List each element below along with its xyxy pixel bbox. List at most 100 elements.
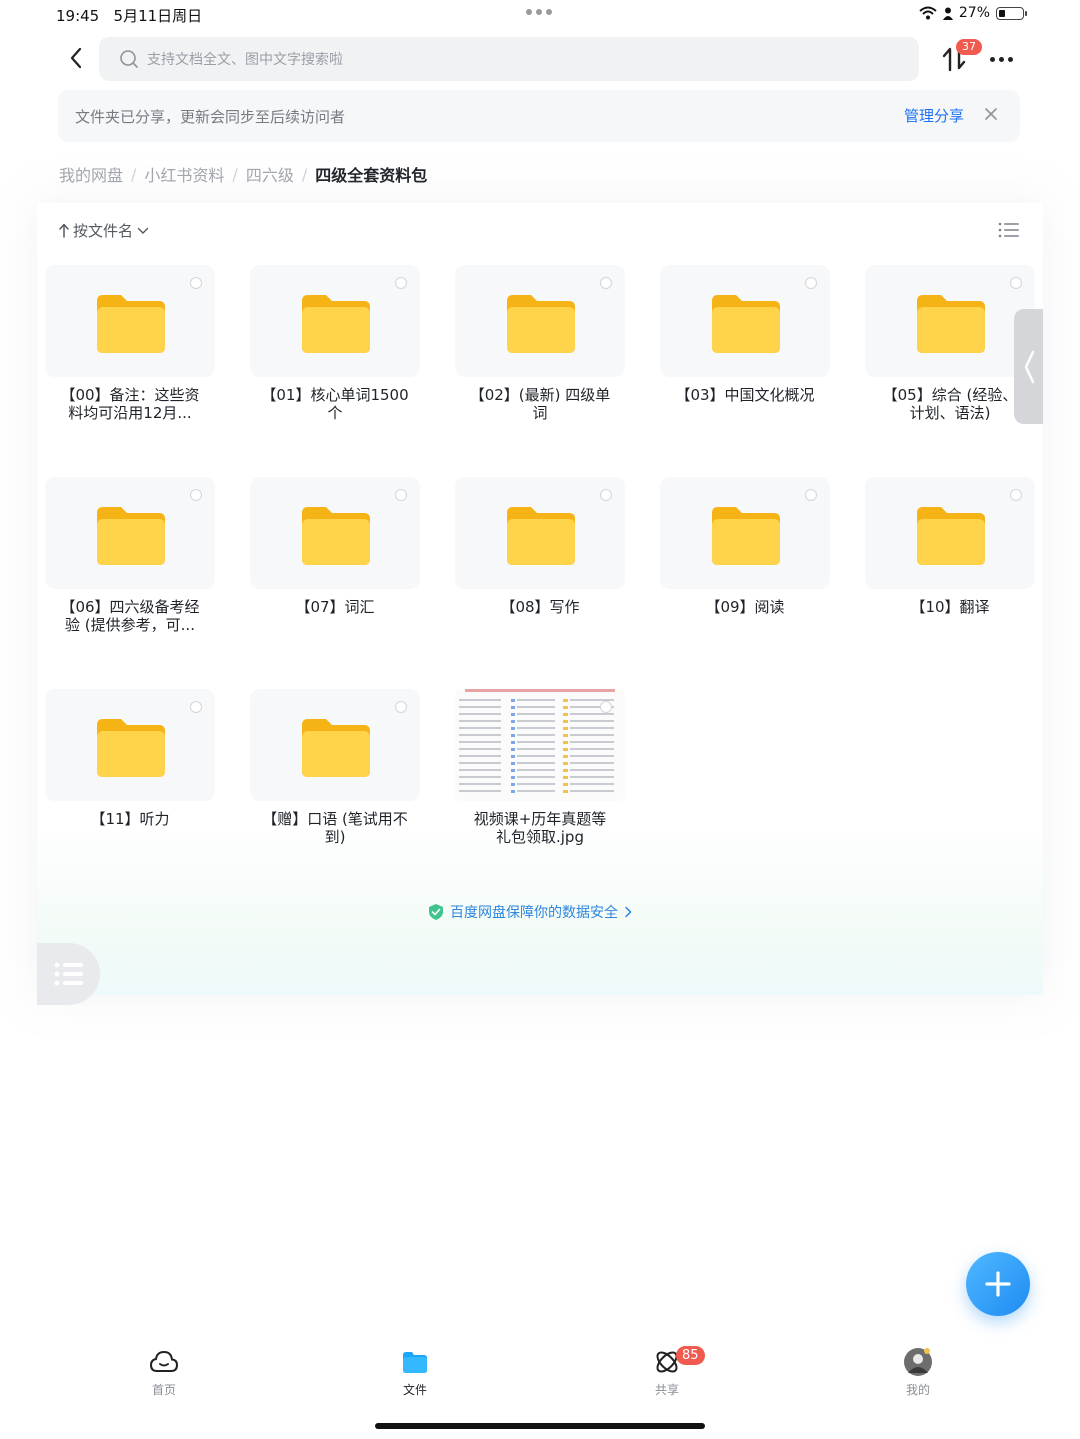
chevron-right-icon [625,906,632,918]
tab-label: 我的 [905,1383,930,1397]
select-checkbox[interactable] [805,489,817,501]
breadcrumb-item[interactable]: 我的网盘 [59,162,123,186]
security-notice-link[interactable]: 百度网盘保障你的数据安全 [428,902,632,922]
item-name: 【09】阅读 [652,598,838,616]
folder-icon [302,719,370,777]
item-name-line: 礼包领取.jpg [496,828,584,846]
list-icon [54,962,83,986]
folder-icon [302,507,370,565]
item-name: 【00】备注：这些资 料均可沿用12月... [37,386,223,422]
folder-icon [712,507,780,565]
folder-icon [917,295,985,353]
folder-icon [97,507,165,565]
breadcrumb: 我的网盘 / 小红书资料 / 四六级 / 四级全套资料包 [59,162,427,186]
folder-icon [917,507,985,565]
item-name-line: 验 (提供参考，可... [65,616,195,634]
select-checkbox[interactable] [190,489,202,501]
select-checkbox[interactable] [1010,277,1022,289]
select-checkbox[interactable] [395,701,407,713]
arrow-up-icon [59,223,69,238]
folder-icon [712,295,780,353]
location-icon [942,7,953,20]
search-input[interactable]: 支持文档全文、图中文字搜索啦 [99,37,919,81]
share-banner-message: 文件夹已分享，更新会同步至后续访问者 [75,108,346,126]
cloud-icon [149,1350,179,1372]
item-name: 【10】翻译 [857,598,1043,616]
select-checkbox[interactable] [600,277,612,289]
wifi-icon [919,6,937,20]
select-checkbox[interactable] [395,277,407,289]
breadcrumb-item[interactable]: 四六级 [246,162,294,186]
tab-label: 首页 [151,1383,176,1397]
tab-files[interactable]: 文件 [375,1347,455,1398]
item-name: 【07】词汇 [242,598,428,616]
chevron-down-icon [137,227,149,234]
folder-icon [97,719,165,777]
share-banner: 文件夹已分享，更新会同步至后续访问者 管理分享 [58,90,1020,142]
status-time: 19:45 5月11日周日 [56,7,203,25]
item-name: 【03】中国文化概况 [652,386,838,404]
close-icon[interactable] [980,103,1002,125]
multitask-dots-icon[interactable] [526,9,552,15]
item-name-line: 【07】词汇 [295,598,375,616]
item-name: 【01】核心单词1500 个 [242,386,428,422]
more-menu-button[interactable] [990,50,1020,68]
item-name-line: 【01】核心单词1500 [261,386,409,404]
item-name-line: 【02】(最新) 四级单 [469,386,611,404]
status-bar: 19:45 5月11日周日 27% [0,0,1080,30]
item-name: 视频课+历年真题等 礼包领取.jpg [447,810,633,846]
item-name: 【赠】口语 (笔试用不 到) [242,810,428,846]
plus-icon [985,1271,1011,1297]
security-notice-text: 百度网盘保障你的数据安全 [450,905,618,921]
item-name: 【02】(最新) 四级单词 [447,386,633,422]
search-placeholder: 支持文档全文、图中文字搜索啦 [147,52,343,68]
item-name-line: 【10】翻译 [910,598,990,616]
item-name: 【11】听力 [37,810,223,828]
item-name-line: 个 [327,404,343,422]
manage-share-link[interactable]: 管理分享 [904,105,964,126]
status-right: 27% [919,5,1027,21]
transfer-badge: 37 [956,39,982,55]
list-view-icon[interactable] [998,221,1020,239]
folder-icon [507,507,575,565]
select-checkbox[interactable] [805,277,817,289]
add-button[interactable] [966,1252,1030,1316]
select-checkbox[interactable] [600,489,612,501]
select-checkbox[interactable] [190,701,202,713]
item-name-line: 【09】阅读 [705,598,785,616]
folder-icon [507,295,575,353]
breadcrumb-separator: / [131,164,137,184]
item-name-line: 词 [532,404,548,422]
breadcrumb-item[interactable]: 小红书资料 [144,162,224,186]
chevron-left-icon [1024,350,1034,383]
chevron-left-icon [70,47,82,69]
tab-home[interactable]: 首页 [124,1347,204,1398]
back-button[interactable] [62,42,90,74]
share-badge: 85 [676,1346,705,1365]
item-name: 【08】写作 [447,598,633,616]
breadcrumb-separator: / [301,164,308,184]
item-name-line: 料均可沿用12月... [68,404,192,422]
tab-label: 共享 [654,1383,679,1397]
item-name-line: 【06】四六级备考经 [60,598,200,616]
home-indicator [375,1423,705,1429]
folder-icon [97,295,165,353]
tab-label: 文件 [402,1383,427,1397]
tab-me[interactable]: 我的 [878,1347,958,1398]
select-checkbox[interactable] [1010,489,1022,501]
item-name-line: 【03】中国文化概况 [675,386,815,404]
select-checkbox[interactable] [190,277,202,289]
item-name-line: 视频课+历年真题等 [473,810,607,828]
battery-icon [996,6,1027,20]
item-name-line: 【赠】口语 (笔试用不 [262,810,408,828]
outline-toggle-button[interactable] [37,943,100,1005]
battery-percent: 27% [958,5,990,21]
sort-dropdown[interactable]: 按文件名 [59,220,149,241]
item-name: 【06】四六级备考经验 (提供参考，可... [37,598,223,634]
select-checkbox[interactable] [395,489,407,501]
sort-label: 按文件名 [73,222,134,240]
avatar [904,1348,932,1376]
side-panel-handle[interactable] [1014,309,1043,424]
select-checkbox[interactable] [600,701,612,713]
item-name-line: 到) [324,828,346,846]
